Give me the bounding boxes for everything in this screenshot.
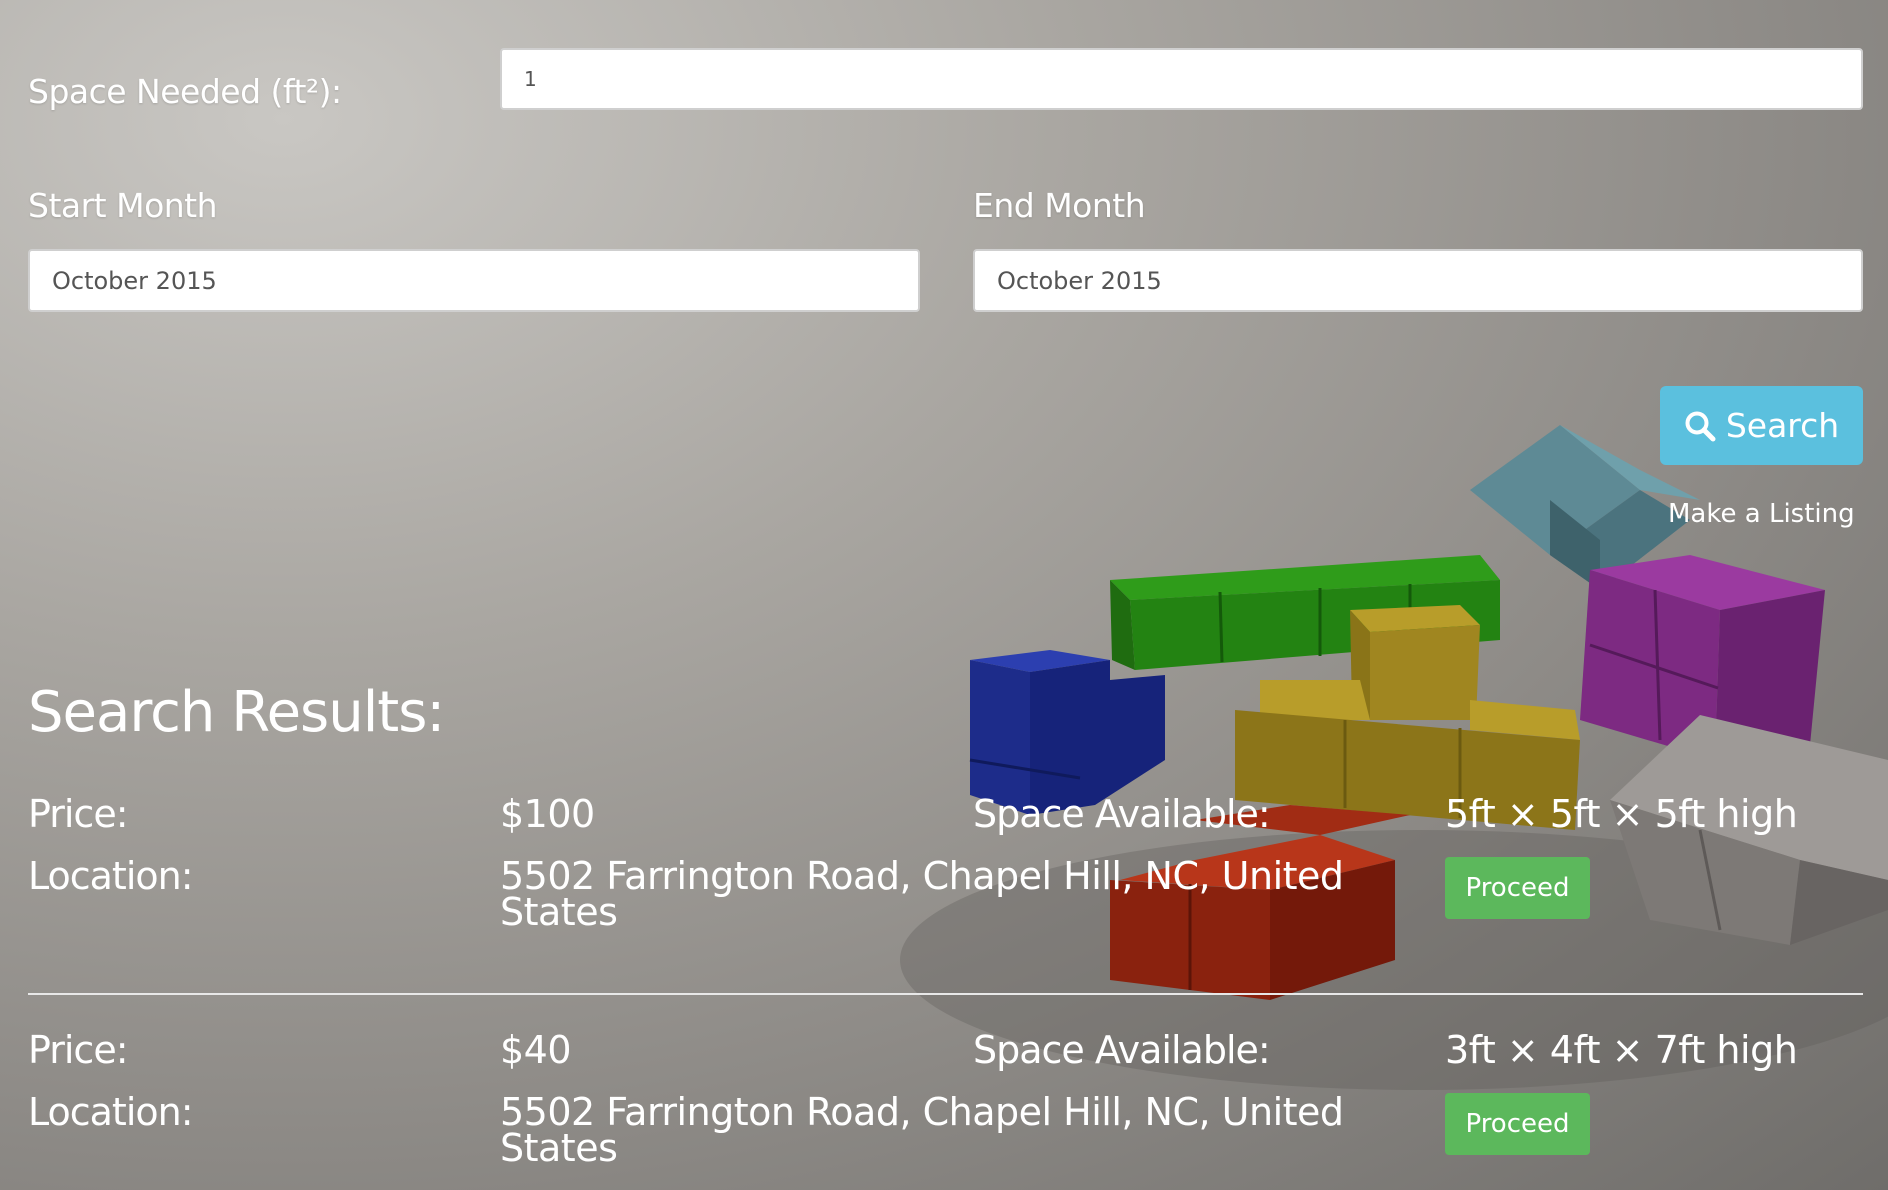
price-value: $40	[500, 1028, 572, 1072]
space-needed-label: Space Needed (ft²):	[28, 72, 342, 111]
proceed-button[interactable]: Proceed	[1445, 857, 1590, 919]
location-value-line1: 5502 Farrington Road, Chapel Hill, NC, U…	[500, 854, 1344, 898]
space-available-label: Space Available:	[973, 1028, 1271, 1072]
results-divider	[28, 993, 1863, 995]
price-label: Price:	[28, 792, 129, 836]
search-icon	[1685, 411, 1716, 441]
space-needed-input[interactable]: 1	[500, 48, 1863, 110]
start-month-input[interactable]: October 2015	[28, 249, 920, 312]
location-label: Location:	[28, 1090, 194, 1134]
location-value-line2: States	[500, 1126, 618, 1170]
space-available-value: 5ft × 5ft × 5ft high	[1445, 792, 1798, 836]
search-results-title: Search Results:	[28, 680, 445, 745]
search-button-label: Search	[1725, 406, 1840, 445]
price-value: $100	[500, 792, 595, 836]
price-label: Price:	[28, 1028, 129, 1072]
end-month-input[interactable]: October 2015	[973, 249, 1863, 312]
proceed-button[interactable]: Proceed	[1445, 1093, 1590, 1155]
space-available-label: Space Available:	[973, 792, 1271, 836]
location-value-line2: States	[500, 890, 618, 934]
space-available-value: 3ft × 4ft × 7ft high	[1445, 1028, 1798, 1072]
make-listing-link[interactable]: Make a Listing	[1668, 499, 1855, 529]
start-month-label: Start Month	[28, 186, 218, 225]
search-button[interactable]: Search	[1660, 386, 1863, 465]
location-value-line1: 5502 Farrington Road, Chapel Hill, NC, U…	[500, 1090, 1344, 1134]
location-label: Location:	[28, 854, 194, 898]
end-month-label: End Month	[973, 186, 1146, 225]
